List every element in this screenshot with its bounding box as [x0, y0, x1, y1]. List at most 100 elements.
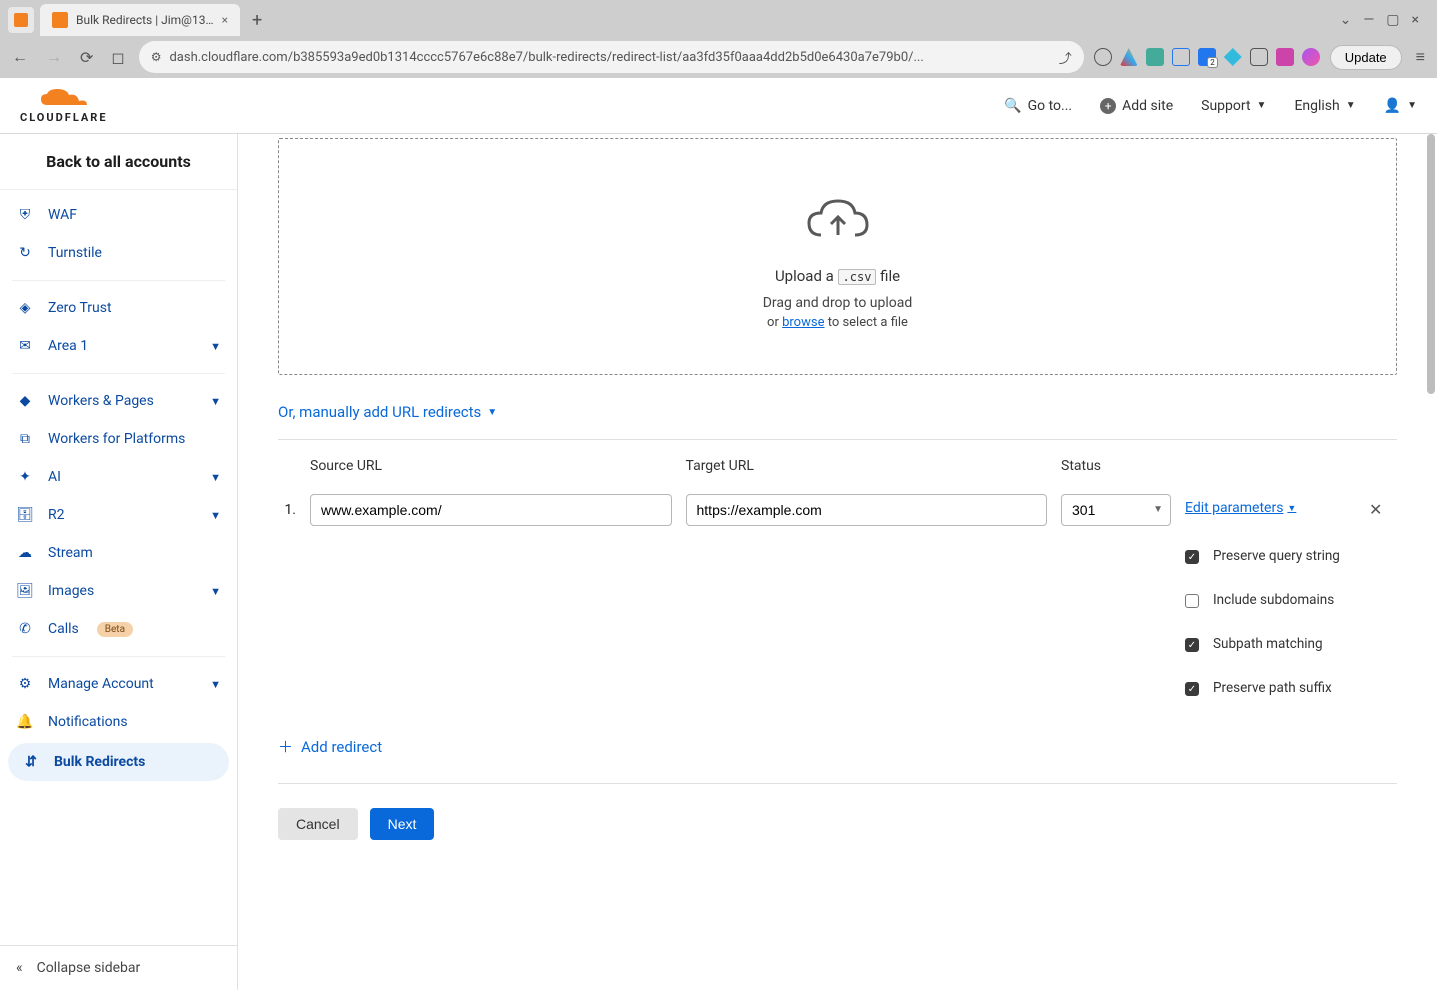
checkbox-include-subdomains[interactable]	[1185, 594, 1199, 608]
sidebar-item-ai[interactable]: ✦AI▼	[0, 458, 237, 496]
cloudflare-logo[interactable]: CLOUDFLARE	[20, 87, 108, 124]
ext-icon-2[interactable]	[1172, 48, 1190, 66]
source-url-input[interactable]	[310, 494, 672, 526]
manual-add-toggle[interactable]: Or, manually add URL redirects ▼	[278, 403, 1397, 421]
language-menu[interactable]: English ▼	[1294, 98, 1355, 114]
sidebar-item-label: Images	[48, 583, 94, 599]
upload-dropzone[interactable]: Upload a .csv file Drag and drop to uplo…	[278, 138, 1397, 375]
chevron-down-icon: ▼	[210, 395, 221, 408]
sidebar-item-turnstile[interactable]: ↻Turnstile	[0, 234, 237, 272]
remove-row-button[interactable]: ✕	[1369, 494, 1397, 519]
triangle-ext-icon[interactable]: 5	[1120, 48, 1138, 66]
sidebar-item-calls[interactable]: ✆CallsBeta	[0, 610, 237, 648]
sidebar-item-workers-pages[interactable]: ◆ Workers & Pages ▼	[0, 382, 237, 420]
update-button[interactable]: Update	[1330, 45, 1402, 70]
sidebar-item-manage-account[interactable]: ⚙Manage Account▼	[0, 665, 237, 703]
sidebar-item-label: Workers & Pages	[48, 393, 154, 409]
ai-icon: ✦	[16, 468, 34, 486]
chevron-down-icon: ▼	[210, 509, 221, 522]
sidebar-item-label: Calls	[48, 621, 79, 637]
ext-icon-5[interactable]	[1250, 48, 1268, 66]
browser-chrome: Bulk Redirects | Jim@13way × + ⌄ — ▢ × ←…	[0, 0, 1437, 78]
sidebar-item-label: AI	[48, 469, 61, 485]
param-include-subdomains: Include subdomains	[1185, 592, 1355, 608]
section-separator	[278, 439, 1397, 440]
add-redirect-label: Add redirect	[301, 738, 382, 756]
back-button-icon[interactable]: ←	[8, 43, 32, 71]
forward-button-icon[interactable]: →	[42, 43, 66, 71]
sidebar-item-label: Area 1	[48, 338, 88, 354]
sidebar-item-images[interactable]: 🖼Images▼	[0, 572, 237, 610]
status-label: Status	[1061, 458, 1171, 474]
sidebar-item-bulk-redirects[interactable]: ⇵Bulk Redirects	[8, 743, 229, 781]
support-label: Support	[1201, 98, 1250, 114]
sidebar-item-r2[interactable]: 🗄R2▼	[0, 496, 237, 534]
sidebar-item-label: Manage Account	[48, 676, 154, 692]
sidebar-item-stream[interactable]: ☁Stream	[0, 534, 237, 572]
scrollbar-thumb[interactable]	[1427, 134, 1435, 394]
shield-ext-icon[interactable]	[1094, 48, 1112, 66]
sidebar-scroll[interactable]: ⛨WAF↻Turnstile ◈ Zero Trust ✉ Area 1 ▼ ◆ Worker…	[0, 190, 237, 945]
address-bar[interactable]: ⚙ dash.cloudflare.com/b385593a9ed0b1314c…	[139, 41, 1084, 73]
account-menu[interactable]: 👤 ▼	[1384, 98, 1417, 114]
share-icon[interactable]: ⤴	[1059, 48, 1072, 67]
param-preserve-path-suffix: ✓ Preserve path suffix	[1185, 680, 1355, 696]
ext-icon-7[interactable]	[1302, 48, 1320, 66]
param-label: Subpath matching	[1213, 636, 1323, 652]
next-button[interactable]: Next	[370, 808, 435, 840]
close-window-icon[interactable]: ×	[1412, 12, 1419, 28]
maximize-icon[interactable]: ▢	[1386, 12, 1399, 28]
sidebar-item-area-1[interactable]: ✉Area 1▼	[0, 327, 237, 365]
window-controls: ⌄ — ▢ ×	[1340, 12, 1429, 28]
ext-icon-1[interactable]	[1146, 48, 1164, 66]
chevron-down-icon[interactable]: ⌄	[1340, 12, 1352, 28]
upload-title: Upload a .csv file	[299, 267, 1376, 285]
edit-parameters-link[interactable]: Edit parameters▼	[1185, 500, 1355, 516]
param-label: Preserve query string	[1213, 548, 1340, 564]
app-header: CLOUDFLARE 🔍 Go to... + Add site Support…	[0, 78, 1437, 134]
ext-icon-4[interactable]	[1224, 48, 1242, 66]
collapse-sidebar[interactable]: « Collapse sidebar	[0, 945, 237, 990]
site-settings-icon[interactable]: ⚙	[151, 50, 162, 64]
ext-icon-3[interactable]: 2	[1198, 48, 1216, 66]
tab-close-icon[interactable]: ×	[222, 13, 228, 27]
add-site-label: Add site	[1122, 98, 1173, 114]
status-select-wrap: ▼	[1061, 494, 1171, 526]
sidebar-item-zero-trust[interactable]: ◈ Zero Trust	[0, 289, 237, 327]
checkbox-preserve-qs[interactable]: ✓	[1185, 550, 1199, 564]
sidebar-item-label: R2	[48, 507, 65, 523]
target-url-input[interactable]	[686, 494, 1048, 526]
workers-icon: ◆	[16, 392, 34, 410]
mail-icon: ✉	[16, 337, 34, 355]
sidebar-item-label: Zero Trust	[48, 300, 112, 316]
sidebar-item-notifications[interactable]: 🔔Notifications	[0, 703, 237, 741]
ext-icon-6[interactable]	[1276, 48, 1294, 66]
browser-tab[interactable]: Bulk Redirects | Jim@13way ×	[40, 4, 240, 36]
minimize-icon[interactable]: —	[1363, 12, 1374, 28]
sidebar-item-waf[interactable]: ⛨WAF	[0, 196, 237, 234]
support-menu[interactable]: Support ▼	[1201, 98, 1266, 114]
goto-button[interactable]: 🔍 Go to...	[1004, 98, 1072, 114]
cloud-logo-icon	[39, 87, 89, 109]
plus-circle-icon: +	[1100, 98, 1116, 114]
menu-icon[interactable]: ≡	[1412, 43, 1429, 71]
checkbox-preserve-path[interactable]: ✓	[1185, 682, 1199, 696]
zerotrust-icon: ◈	[16, 299, 34, 317]
bookmark-icon[interactable]: ◻	[107, 44, 128, 71]
back-to-accounts[interactable]: Back to all accounts	[0, 134, 237, 190]
add-redirect-button[interactable]: ＋ Add redirect	[278, 736, 1397, 757]
sidebar-item-workers-for-platforms[interactable]: ⧉Workers for Platforms	[0, 420, 237, 458]
cancel-button[interactable]: Cancel	[278, 808, 358, 840]
redirect-form: Source URL Target URL Status 1. ▼ Edit p…	[278, 458, 1397, 696]
new-tab-button[interactable]: +	[246, 10, 268, 31]
pinned-tab[interactable]	[8, 7, 34, 33]
plus-icon: ＋	[278, 736, 293, 757]
language-label: English	[1294, 98, 1339, 114]
checkbox-subpath-matching[interactable]: ✓	[1185, 638, 1199, 652]
url-text: dash.cloudflare.com/b385593a9ed0b1314ccc…	[169, 50, 1050, 65]
status-select[interactable]	[1061, 494, 1171, 526]
csv-tag: .csv	[838, 269, 877, 285]
add-site-button[interactable]: + Add site	[1100, 98, 1173, 114]
browse-link[interactable]: browse	[782, 315, 824, 330]
reload-icon[interactable]: ⟳	[76, 44, 97, 71]
